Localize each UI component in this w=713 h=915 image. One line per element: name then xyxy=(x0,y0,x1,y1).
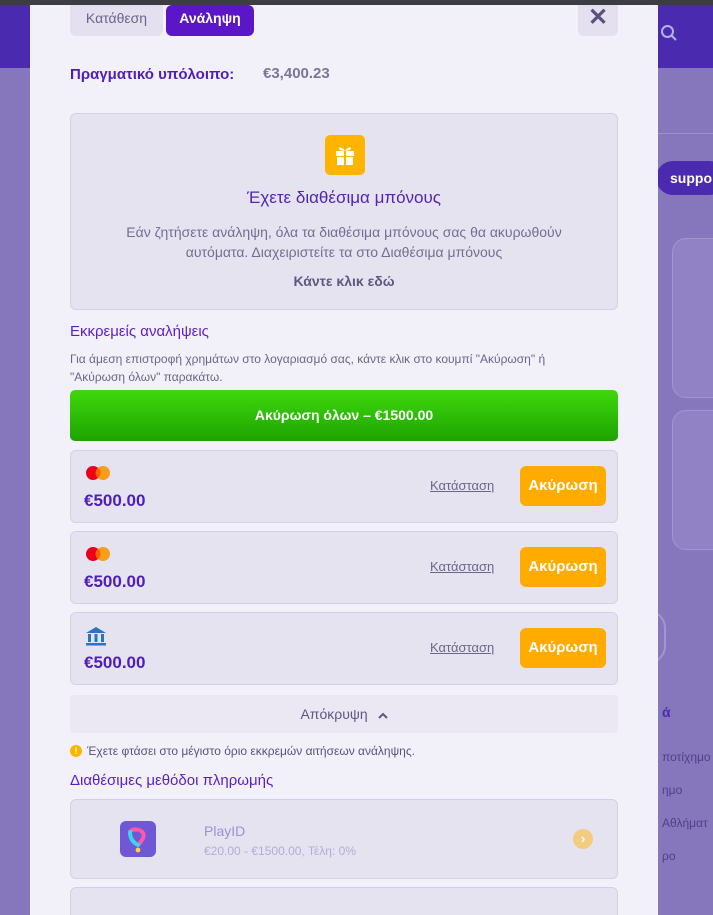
withdrawal-row: €500.00 Κατάσταση Ακύρωση xyxy=(70,450,618,523)
bg-card xyxy=(672,238,713,398)
bonus-notice: Έχετε διαθέσιμα μπόνους Εάν ζητήσετε ανά… xyxy=(70,113,618,310)
hide-label: Απόκρυψη xyxy=(300,706,368,722)
close-icon: ✕ xyxy=(587,5,609,31)
withdrawal-amount: €500.00 xyxy=(84,572,146,591)
cancel-all-button[interactable]: Ακύρωση όλων – €1500.00 xyxy=(70,390,618,441)
cancel-button[interactable]: Ακύρωση xyxy=(520,466,606,506)
balance-value: €3,400.23 xyxy=(263,65,330,82)
bonus-title: Έχετε διαθέσιμα μπόνους xyxy=(247,188,441,207)
status-link[interactable]: Κατάσταση xyxy=(430,640,494,655)
mastercard-icon xyxy=(84,464,112,487)
playid-icon xyxy=(120,821,156,857)
withdrawal-amount: €500.00 xyxy=(84,653,146,672)
tab-withdraw[interactable]: Ανάληψη xyxy=(166,5,254,36)
pending-title: Εκκρεμείς αναλήψεις xyxy=(70,323,209,340)
bank-icon xyxy=(84,626,108,651)
payment-method-next[interactable] xyxy=(70,887,618,915)
withdraw-modal: Κατάθεση Ανάληψη ✕ Πραγματικό υπόλοιπο: … xyxy=(30,5,658,915)
withdrawal-row: €500.00 Κατάσταση Ακύρωση xyxy=(70,531,618,604)
hide-toggle[interactable]: Απόκρυψη xyxy=(70,695,618,733)
limit-notice: Έχετε φτάσει στο μέγιστο όριο εκκρεμών α… xyxy=(87,744,415,758)
cancel-button[interactable]: Ακύρωση xyxy=(520,547,606,587)
gift-icon xyxy=(325,135,365,175)
status-link[interactable]: Κατάσταση xyxy=(430,478,494,493)
bg-link[interactable]: ρο xyxy=(662,849,676,863)
cancel-button[interactable]: Ακύρωση xyxy=(520,628,606,668)
status-link[interactable]: Κατάσταση xyxy=(430,559,494,574)
pending-note: Για άμεση επιστροφή χρημάτων στο λογαρια… xyxy=(70,352,546,384)
bg-card xyxy=(672,410,713,550)
search-icon[interactable] xyxy=(660,24,678,47)
bg-link[interactable]: ποτίχημο xyxy=(662,750,711,764)
withdrawal-amount: €500.00 xyxy=(84,491,146,510)
support-button[interactable]: suppo xyxy=(656,161,713,195)
withdrawal-row: €500.00 Κατάσταση Ακύρωση xyxy=(70,612,618,685)
method-limits: €20.00 - €1500.00, Τέλη: 0% xyxy=(204,844,356,858)
bonus-link[interactable]: Κάντε κλικ εδώ xyxy=(71,273,617,289)
bg-link[interactable]: Αθλήματ xyxy=(662,816,708,830)
payment-method-playid[interactable]: PlayID €20.00 - €1500.00, Τέλη: 0% › xyxy=(70,799,618,879)
bonus-description: Εάν ζητήσετε ανάληψη, όλα τα διαθέσιμα μ… xyxy=(126,224,562,260)
chevron-up-icon xyxy=(377,696,388,734)
info-icon: ! xyxy=(70,745,82,757)
tab-deposit[interactable]: Κατάθεση xyxy=(70,5,163,36)
methods-title: Διαθέσιμες μεθόδοι πληρωμής xyxy=(70,772,274,789)
close-button[interactable]: ✕ xyxy=(578,5,618,36)
method-name: PlayID xyxy=(204,823,246,839)
bg-heading: ά xyxy=(662,704,671,720)
balance-label: Πραγματικό υπόλοιπο: xyxy=(70,66,235,83)
bg-divider xyxy=(658,133,713,134)
chevron-right-icon: › xyxy=(573,829,593,849)
mastercard-icon xyxy=(84,545,112,568)
bg-link[interactable]: ημο xyxy=(662,783,682,797)
